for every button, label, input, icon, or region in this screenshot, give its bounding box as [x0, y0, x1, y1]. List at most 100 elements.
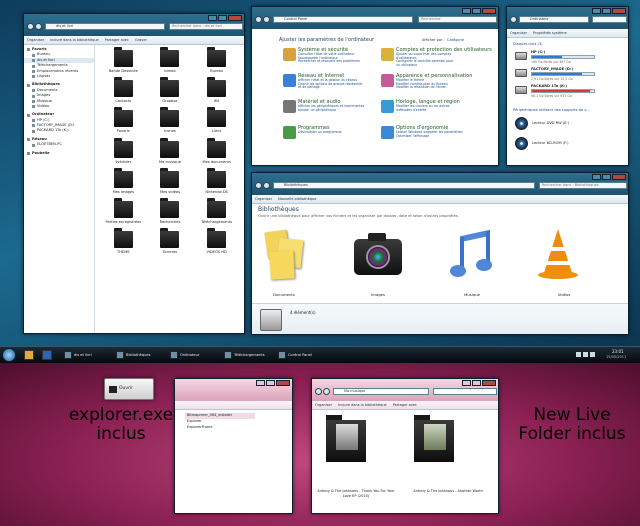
- explorer-toolbar-item[interactable]: Inclure dans la bibliothèque: [50, 38, 99, 42]
- folder-item[interactable]: VIDEOS HD: [193, 228, 240, 258]
- maximize-button[interactable]: [218, 15, 227, 21]
- pinned-media-icon[interactable]: [42, 350, 52, 360]
- search-input[interactable]: [592, 16, 627, 23]
- battery-icon[interactable]: [590, 352, 595, 357]
- music-toolbar-item[interactable]: Partager avec: [393, 403, 417, 407]
- taskbar-button[interactable]: Téléchargements: [222, 349, 272, 361]
- folder-item[interactable]: Ma musique: [147, 137, 194, 168]
- folder-item[interactable]: Favoris: [100, 107, 147, 137]
- music-toolbar-item[interactable]: Organiser: [315, 403, 332, 407]
- documents-library-icon[interactable]: [264, 229, 304, 283]
- taskbar-button[interactable]: Ordinateur: [168, 349, 218, 361]
- folder-item[interactable]: Nintendo DS: [193, 167, 240, 198]
- address-bar[interactable]: Bibliothèques: [273, 182, 535, 189]
- explorer-toolbar-item[interactable]: Partager avec: [105, 38, 129, 42]
- forward-button[interactable]: [263, 16, 270, 23]
- forward-button[interactable]: [263, 182, 270, 189]
- clock-date[interactable]: 15/05/2011: [606, 355, 626, 359]
- file-list-item[interactable]: Explorer: [185, 419, 255, 425]
- explorer-toolbar-item[interactable]: Organiser: [27, 38, 44, 42]
- minimize-button[interactable]: [592, 8, 601, 14]
- volume-icon[interactable]: [583, 352, 588, 357]
- control-panel-category[interactable]: Horloge, langue et région Modifier les cl…: [381, 99, 498, 113]
- folder-item[interactable]: Mes documents: [193, 137, 240, 168]
- network-icon[interactable]: [576, 352, 581, 357]
- control-panel-category[interactable]: Comptes et protection des utilisateurs Aj…: [381, 47, 498, 68]
- category-link[interactable]: Modifier la résolution de l'écran: [396, 86, 498, 90]
- nav-item[interactable]: Poubelle: [24, 151, 94, 156]
- minimize-button[interactable]: [256, 380, 265, 386]
- folder-item[interactable]: Dropbox: [147, 77, 194, 107]
- music-library-icon[interactable]: [448, 229, 496, 281]
- address-bar[interactable]: Ma musique: [333, 388, 429, 395]
- category-link[interactable]: un utilisateur: [396, 63, 498, 68]
- folder-item[interactable]: Mes vidéos: [147, 167, 194, 198]
- search-input[interactable]: Rechercher dans : Bibliothèques: [539, 182, 627, 189]
- back-button[interactable]: [255, 16, 262, 23]
- folder-item[interactable]: Bande Dessinée: [100, 47, 147, 77]
- close-button[interactable]: [482, 8, 496, 14]
- view-by-dropdown[interactable]: Catégorie: [447, 38, 464, 42]
- nav-item[interactable]: Lilipsas: [24, 74, 94, 79]
- folder-item[interactable]: Bureau: [193, 47, 240, 77]
- folder-item[interactable]: THEME: [100, 228, 147, 258]
- album-folder-2[interactable]: [414, 415, 454, 463]
- pinned-explorer-icon[interactable]: [24, 350, 34, 360]
- explorer-toolbar-item[interactable]: Graver: [135, 38, 147, 42]
- folder-item[interactable]: Icones: [147, 107, 194, 137]
- drive-item[interactable]: PACKARD 1To (K:) 56,1 Go libres sur 931 G…: [515, 84, 625, 100]
- folder-item[interactable]: bimeo: [147, 47, 194, 77]
- removable-drive-item[interactable]: Lecteur DVD RW (E:): [515, 117, 625, 133]
- search-input[interactable]: Rechercher dans : dis et livri: [169, 23, 243, 30]
- close-button[interactable]: [612, 174, 626, 180]
- search-input[interactable]: Rechercher: [418, 16, 497, 23]
- close-button[interactable]: [482, 380, 496, 386]
- maximize-button[interactable]: [472, 8, 481, 14]
- file-list-item[interactable]: Bitmaprmer_064_installer: [185, 413, 255, 419]
- nav-item[interactable]: Vidéos: [24, 104, 94, 109]
- folder-item[interactable]: Recherches: [147, 197, 194, 228]
- file-list-item[interactable]: ExplorerFrame: [185, 425, 255, 431]
- maximize-button[interactable]: [602, 8, 611, 14]
- category-link[interactable]: Optimiser l'affichage: [396, 134, 498, 139]
- close-button[interactable]: [612, 8, 626, 14]
- address-bar[interactable]: Control Panel: [273, 16, 413, 23]
- tray-icons[interactable]: [576, 352, 600, 358]
- taskbar-button[interactable]: dis et livri: [62, 349, 112, 361]
- minimize-button[interactable]: [462, 380, 471, 386]
- folder-item[interactable]: Mes images: [100, 167, 147, 198]
- clock-time[interactable]: 23:01: [612, 349, 624, 354]
- search-input[interactable]: [433, 388, 497, 395]
- folder-item[interactable]: Contacts: [100, 77, 147, 107]
- control-panel-category[interactable]: Apparence et personnalisation Modifier le…: [381, 73, 498, 90]
- back-button[interactable]: [27, 23, 34, 30]
- forward-button[interactable]: [35, 23, 42, 30]
- category-link[interactable]: méthodes d'entrée: [396, 108, 498, 113]
- libraries-toolbar-item[interactable]: Organiser: [255, 197, 272, 201]
- folder-item[interactable]: Parties enregistrées: [100, 197, 147, 228]
- libraries-toolbar-item[interactable]: Nouvelle bibliothèque: [278, 197, 316, 201]
- album-folder-1[interactable]: [326, 415, 366, 463]
- start-button[interactable]: [2, 348, 16, 362]
- folder-item[interactable]: livériider: [100, 137, 147, 168]
- maximize-button[interactable]: [602, 174, 611, 180]
- taskbar-button[interactable]: Bibliothèques: [114, 349, 164, 361]
- minimize-button[interactable]: [208, 15, 217, 21]
- close-button[interactable]: [276, 380, 290, 386]
- pictures-library-icon[interactable]: [352, 229, 404, 281]
- folder-item[interactable]: élé: [193, 77, 240, 107]
- forward-button[interactable]: [323, 388, 330, 395]
- taskbar-button[interactable]: Control Panel: [276, 349, 326, 361]
- nav-item[interactable]: PACKARD 1To (K:): [24, 128, 94, 133]
- folder-item[interactable]: Téléchargements: [193, 197, 240, 228]
- back-button[interactable]: [255, 182, 262, 189]
- back-button[interactable]: [510, 16, 517, 23]
- close-button[interactable]: [228, 15, 242, 21]
- minimize-button[interactable]: [592, 174, 601, 180]
- folder-item[interactable]: Torrents: [147, 228, 194, 258]
- removable-drive-item[interactable]: Lecteur BD-ROM (F:): [515, 137, 625, 153]
- computer-toolbar-item[interactable]: Propriétés système: [533, 31, 567, 35]
- minimize-button[interactable]: [462, 8, 471, 14]
- control-panel-category[interactable]: Options d'ergonomie Laisser Windows suggé…: [381, 125, 498, 139]
- nav-item[interactable]: ELOÈTBEN-PC: [24, 142, 94, 147]
